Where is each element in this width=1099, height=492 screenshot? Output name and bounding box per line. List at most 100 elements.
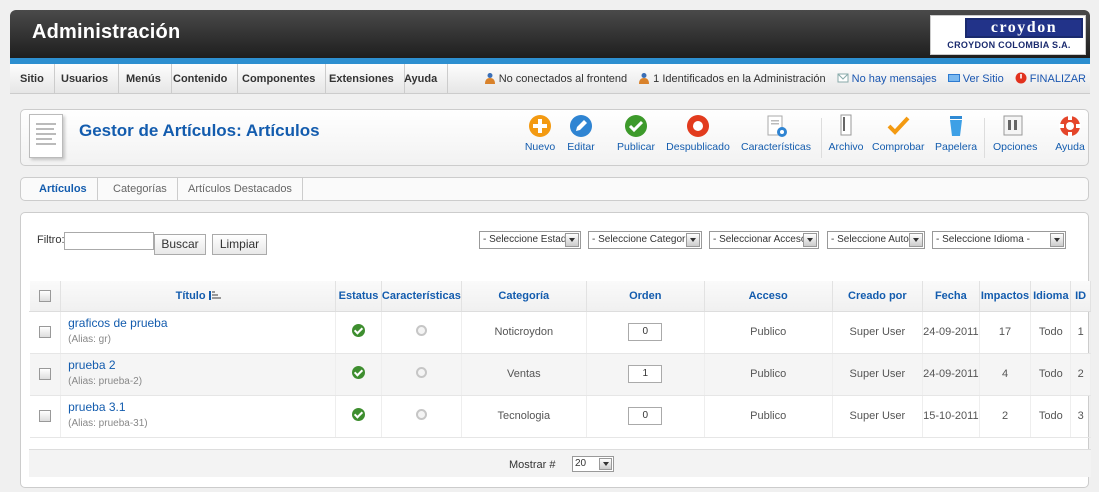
- id-cell: 2: [1070, 353, 1091, 396]
- header-creado-por[interactable]: Creado por: [831, 281, 924, 312]
- checkin-button[interactable]: Comprobar: [872, 114, 925, 164]
- header-impactos[interactable]: Impactos: [978, 281, 1032, 312]
- article-title-link[interactable]: graficos de prueba: [68, 316, 335, 330]
- author-select[interactable]: - Seleccione Autor -: [827, 231, 925, 249]
- not-featured-icon[interactable]: [415, 325, 427, 336]
- language-select[interactable]: - Seleccione Idioma -: [932, 231, 1066, 249]
- clear-button[interactable]: Limpiar: [212, 234, 267, 255]
- table-header-row: Título Estatus Características Categoría…: [28, 281, 1091, 312]
- access-select-value: - Seleccionar Acceso -: [713, 234, 813, 245]
- check-icon: [625, 115, 647, 137]
- pencil-icon: [570, 115, 592, 137]
- filter-input[interactable]: [64, 232, 154, 250]
- new-button[interactable]: Nuevo: [524, 114, 556, 164]
- category-select[interactable]: - Seleccione Categoría -: [588, 231, 702, 249]
- featured-button[interactable]: Características: [737, 114, 815, 164]
- logout-link[interactable]: FINALIZAR: [1015, 64, 1086, 94]
- tab-articulos-destacados[interactable]: Artículos Destacados: [178, 178, 303, 200]
- chevron-down-icon: [909, 233, 923, 247]
- messages-text: No hay mensajes: [851, 73, 937, 85]
- show-count-label: Mostrar #: [509, 459, 556, 471]
- header-id[interactable]: ID: [1070, 281, 1091, 312]
- trash-icon: [950, 116, 962, 136]
- tab-articulos[interactable]: Artículos: [29, 178, 98, 200]
- tab-categorias[interactable]: Categorías: [103, 178, 178, 200]
- row-checkbox[interactable]: [38, 410, 51, 423]
- id-cell: 3: [1070, 395, 1091, 438]
- mail-icon: [837, 73, 849, 83]
- header-idioma[interactable]: Idioma: [1030, 281, 1072, 312]
- state-select[interactable]: - Seleccione Estado -: [479, 231, 581, 249]
- author-select-value: - Seleccione Autor -: [831, 234, 919, 245]
- article-title-link[interactable]: prueba 2: [68, 358, 335, 372]
- order-input[interactable]: 0: [628, 407, 663, 425]
- published-icon[interactable]: [352, 366, 365, 379]
- article-manager-icon: [29, 114, 63, 158]
- state-select-value: - Seleccione Estado -: [483, 234, 579, 245]
- published-icon[interactable]: [352, 408, 365, 421]
- language-cell: Todo: [1030, 353, 1072, 396]
- category-cell: Noticroydon: [461, 311, 587, 354]
- articles-table: Título Estatus Características Categoría…: [28, 281, 1091, 438]
- category-cell: Ventas: [461, 353, 587, 396]
- show-count-select[interactable]: 20: [572, 456, 614, 472]
- edit-button[interactable]: Editar: [566, 114, 596, 164]
- order-input[interactable]: 1: [628, 365, 663, 383]
- chevron-down-icon: [599, 458, 612, 470]
- messages-link[interactable]: No hay mensajes: [837, 64, 937, 94]
- order-input[interactable]: 0: [628, 323, 663, 341]
- unpublish-button[interactable]: Despublicado: [666, 114, 730, 164]
- category-select-value: - Seleccione Categoría -: [592, 234, 700, 245]
- header-acceso[interactable]: Acceso: [703, 281, 833, 312]
- users-icon: [484, 73, 495, 84]
- chevron-down-icon: [803, 233, 817, 247]
- select-all-checkbox[interactable]: [39, 289, 52, 302]
- trash-button[interactable]: Papelera: [935, 114, 977, 164]
- article-alias: (Alias: gr): [68, 334, 111, 345]
- chevron-down-icon: [686, 233, 700, 247]
- access-cell: Publico: [704, 353, 833, 396]
- access-select[interactable]: - Seleccionar Acceso -: [709, 231, 819, 249]
- plus-icon: [529, 115, 551, 137]
- article-alias: (Alias: prueba-31): [68, 418, 148, 429]
- date-cell: 24-09-2011: [922, 311, 980, 354]
- hits-cell: 2: [979, 395, 1032, 438]
- not-featured-icon[interactable]: [415, 409, 427, 420]
- menu-usuarios[interactable]: Usuarios: [51, 64, 120, 94]
- logo-subtitle: CROYDON COLOMBIA S.A.: [947, 40, 1071, 50]
- croydon-logo: croydon CROYDON COLOMBIA S.A.: [930, 15, 1086, 55]
- menu-sitio[interactable]: Sitio: [10, 64, 55, 94]
- header-titulo[interactable]: Título: [60, 281, 337, 312]
- row-checkbox[interactable]: [38, 326, 51, 339]
- publish-button[interactable]: Publicar: [616, 114, 656, 164]
- pagination-footer: Mostrar # 20: [29, 449, 1091, 477]
- checkmark-icon: [887, 116, 910, 135]
- header-fecha[interactable]: Fecha: [922, 281, 980, 312]
- header-orden[interactable]: Orden: [585, 281, 705, 312]
- menu-contenido[interactable]: Contenido: [163, 64, 239, 94]
- header-caracteristicas[interactable]: Características: [380, 281, 462, 312]
- not-featured-icon[interactable]: [415, 367, 427, 378]
- search-button[interactable]: Buscar: [154, 234, 206, 255]
- header-categoria[interactable]: Categoría: [460, 281, 587, 312]
- view-site-link[interactable]: Ver Sitio: [947, 64, 1004, 94]
- page-title: Gestor de Artículos: Artículos: [79, 121, 320, 140]
- frontend-users-status: No conectados al frontend: [484, 64, 627, 94]
- toolbar-separator: [821, 118, 822, 158]
- article-alias: (Alias: prueba-2): [68, 376, 143, 387]
- options-button[interactable]: Opciones: [993, 114, 1037, 164]
- published-icon[interactable]: [352, 324, 365, 337]
- access-cell: Publico: [704, 311, 833, 354]
- help-button[interactable]: Ayuda: [1055, 114, 1085, 164]
- article-title-link[interactable]: prueba 3.1: [68, 400, 335, 414]
- menu-extensiones[interactable]: Extensiones: [319, 64, 405, 94]
- header-estatus[interactable]: Estatus: [335, 281, 382, 312]
- menu-componentes[interactable]: Componentes: [232, 64, 327, 94]
- menu-ayuda[interactable]: Ayuda: [394, 64, 449, 94]
- featured-doc-icon: [767, 115, 787, 137]
- table-row: graficos de prueba (Alias: gr) Noticroydo…: [29, 311, 1091, 354]
- unpublish-icon: [687, 115, 709, 137]
- row-checkbox[interactable]: [38, 368, 51, 381]
- access-cell: Publico: [704, 395, 833, 438]
- archive-button[interactable]: Archivo: [828, 114, 864, 164]
